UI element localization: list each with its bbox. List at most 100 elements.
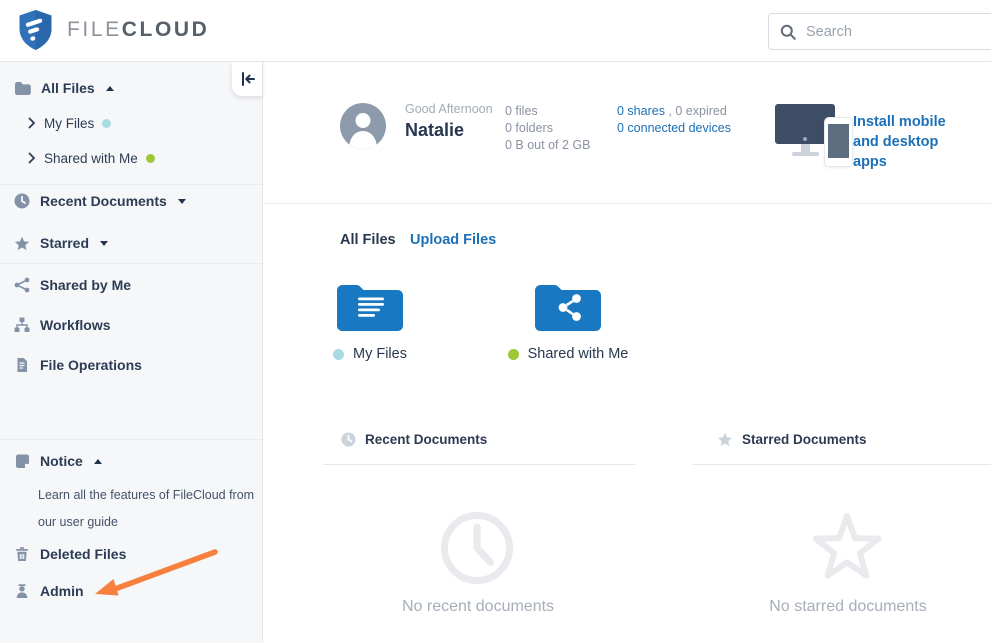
sidebar-item-label: Shared with Me: [44, 151, 138, 166]
usage-stats: 0 files 0 folders 0 B out of 2 GB: [505, 103, 590, 154]
sidebar-item-all-files[interactable]: All Files: [14, 77, 114, 99]
search-input[interactable]: [806, 24, 991, 40]
greeting-text: Good Afternoon: [405, 102, 493, 116]
phone-screen: [828, 124, 849, 158]
notice-icon: [14, 453, 30, 469]
caret-up-icon: [94, 459, 102, 464]
files-count: 0 files: [505, 103, 590, 120]
sidebar: All Files My Files Shared with Me Recent…: [0, 62, 263, 643]
sidebar-item-my-files[interactable]: My Files: [28, 112, 111, 134]
sidebar-item-starred[interactable]: Starred: [14, 232, 108, 254]
sidebar-item-label: Recent Documents: [40, 193, 167, 209]
sidebar-item-label: Notice: [40, 453, 83, 469]
collapse-left-icon: [239, 71, 256, 87]
sidebar-item-recent-documents[interactable]: Recent Documents: [14, 190, 186, 212]
shares-link[interactable]: 0 shares: [617, 104, 665, 118]
caret-down-icon: [100, 241, 108, 246]
clock-icon: [341, 432, 356, 447]
sidebar-divider: [0, 184, 262, 185]
caret-up-icon: [106, 86, 114, 91]
tile-label: Shared with Me: [508, 346, 629, 362]
section-divider: [323, 464, 635, 465]
user-name: Natalie: [405, 120, 493, 141]
expired-count: , 0 expired: [665, 104, 727, 118]
tab-upload-files[interactable]: Upload Files: [410, 232, 496, 248]
shared-with-me-status-dot: [146, 154, 155, 163]
share-icon: [14, 277, 30, 293]
tile-label: My Files: [333, 346, 407, 362]
tile-label-text: Shared with Me: [528, 346, 629, 362]
caret-down-icon: [178, 199, 186, 204]
document-icon: [14, 357, 30, 373]
sidebar-item-label: All Files: [41, 80, 95, 96]
sidebar-item-label: Starred: [40, 235, 89, 251]
star-icon: [717, 432, 733, 447]
trash-icon: [14, 546, 30, 562]
tile-my-files[interactable]: My Files: [300, 281, 440, 362]
share-stats: 0 shares , 0 expired 0 connected devices: [617, 103, 731, 137]
brand-wordmark: FILECLOUD: [67, 18, 209, 42]
sidebar-item-deleted-files[interactable]: Deleted Files: [14, 543, 126, 565]
tab-all-files[interactable]: All Files: [340, 232, 396, 248]
sidebar-item-shared-with-me[interactable]: Shared with Me: [28, 147, 155, 169]
monitor-stand: [801, 144, 810, 152]
sidebar-divider: [0, 439, 262, 440]
monitor-button: [803, 137, 807, 141]
filecloud-logo[interactable]: FILECLOUD: [17, 9, 209, 51]
sidebar-collapse-button[interactable]: [232, 62, 262, 96]
folder-share-icon: [533, 281, 603, 331]
sidebar-item-workflows[interactable]: Workflows: [14, 314, 111, 336]
my-files-status-dot: [102, 119, 111, 128]
workflow-icon: [14, 317, 30, 333]
avatar[interactable]: [340, 103, 386, 149]
sidebar-item-notice[interactable]: Notice: [14, 450, 102, 472]
notice-text-line: our user guide: [38, 509, 258, 536]
search-icon: [780, 24, 796, 40]
tile-label-text: My Files: [353, 346, 407, 362]
sidebar-item-label: Shared by Me: [40, 277, 131, 293]
app-header: FILECLOUD: [0, 0, 991, 62]
sidebar-item-admin[interactable]: Admin: [14, 580, 84, 602]
devices-illustration: [775, 100, 865, 172]
monitor-base: [792, 152, 819, 156]
section-title: Recent Documents: [365, 432, 487, 447]
sidebar-item-label: File Operations: [40, 357, 142, 373]
devices-row: 0 connected devices: [617, 120, 731, 137]
sidebar-item-file-operations[interactable]: File Operations: [14, 354, 142, 376]
sidebar-item-label: My Files: [44, 116, 94, 131]
folder-icon: [14, 81, 31, 96]
phone-icon: [825, 118, 852, 166]
folders-count: 0 folders: [505, 120, 590, 137]
clock-icon: [14, 193, 30, 209]
recent-documents-header: Recent Documents: [341, 432, 487, 447]
shared-with-me-status-dot: [508, 349, 519, 360]
tile-shared-with-me[interactable]: Shared with Me: [498, 281, 638, 362]
star-icon: [14, 236, 30, 251]
user-avatar-icon: [340, 103, 386, 149]
empty-star-icon: [808, 508, 886, 584]
brand-file-text: FILE: [67, 18, 122, 41]
notice-text-line: Learn all the features of FileCloud from: [38, 482, 258, 509]
chevron-right-icon: [28, 152, 36, 164]
main-content: Good Afternoon Natalie 0 files 0 folders…: [263, 62, 991, 643]
notice-body: Learn all the features of FileCloud from…: [38, 482, 258, 536]
sidebar-item-label: Admin: [40, 583, 84, 599]
storage-usage: 0 B out of 2 GB: [505, 137, 590, 154]
starred-documents-header: Starred Documents: [717, 432, 867, 447]
empty-clock-icon: [440, 511, 514, 585]
sidebar-divider: [0, 263, 262, 264]
my-files-status-dot: [333, 349, 344, 360]
sidebar-item-shared-by-me[interactable]: Shared by Me: [14, 274, 131, 296]
section-title: Starred Documents: [742, 432, 867, 447]
search-bar: [768, 13, 991, 50]
sidebar-item-label: Workflows: [40, 317, 111, 333]
empty-starred-message: No starred documents: [769, 598, 926, 616]
empty-recent-message: No recent documents: [402, 598, 554, 616]
install-apps-link[interactable]: Install mobile and desktop apps: [853, 112, 973, 172]
section-divider: [693, 464, 991, 465]
filecloud-shield-icon: [17, 9, 54, 51]
shares-row: 0 shares , 0 expired: [617, 103, 731, 120]
brand-cloud-text: CLOUD: [122, 18, 210, 41]
filecloud-app: FILECLOUD All Files: [0, 0, 991, 643]
connected-devices-link[interactable]: 0 connected devices: [617, 121, 731, 135]
